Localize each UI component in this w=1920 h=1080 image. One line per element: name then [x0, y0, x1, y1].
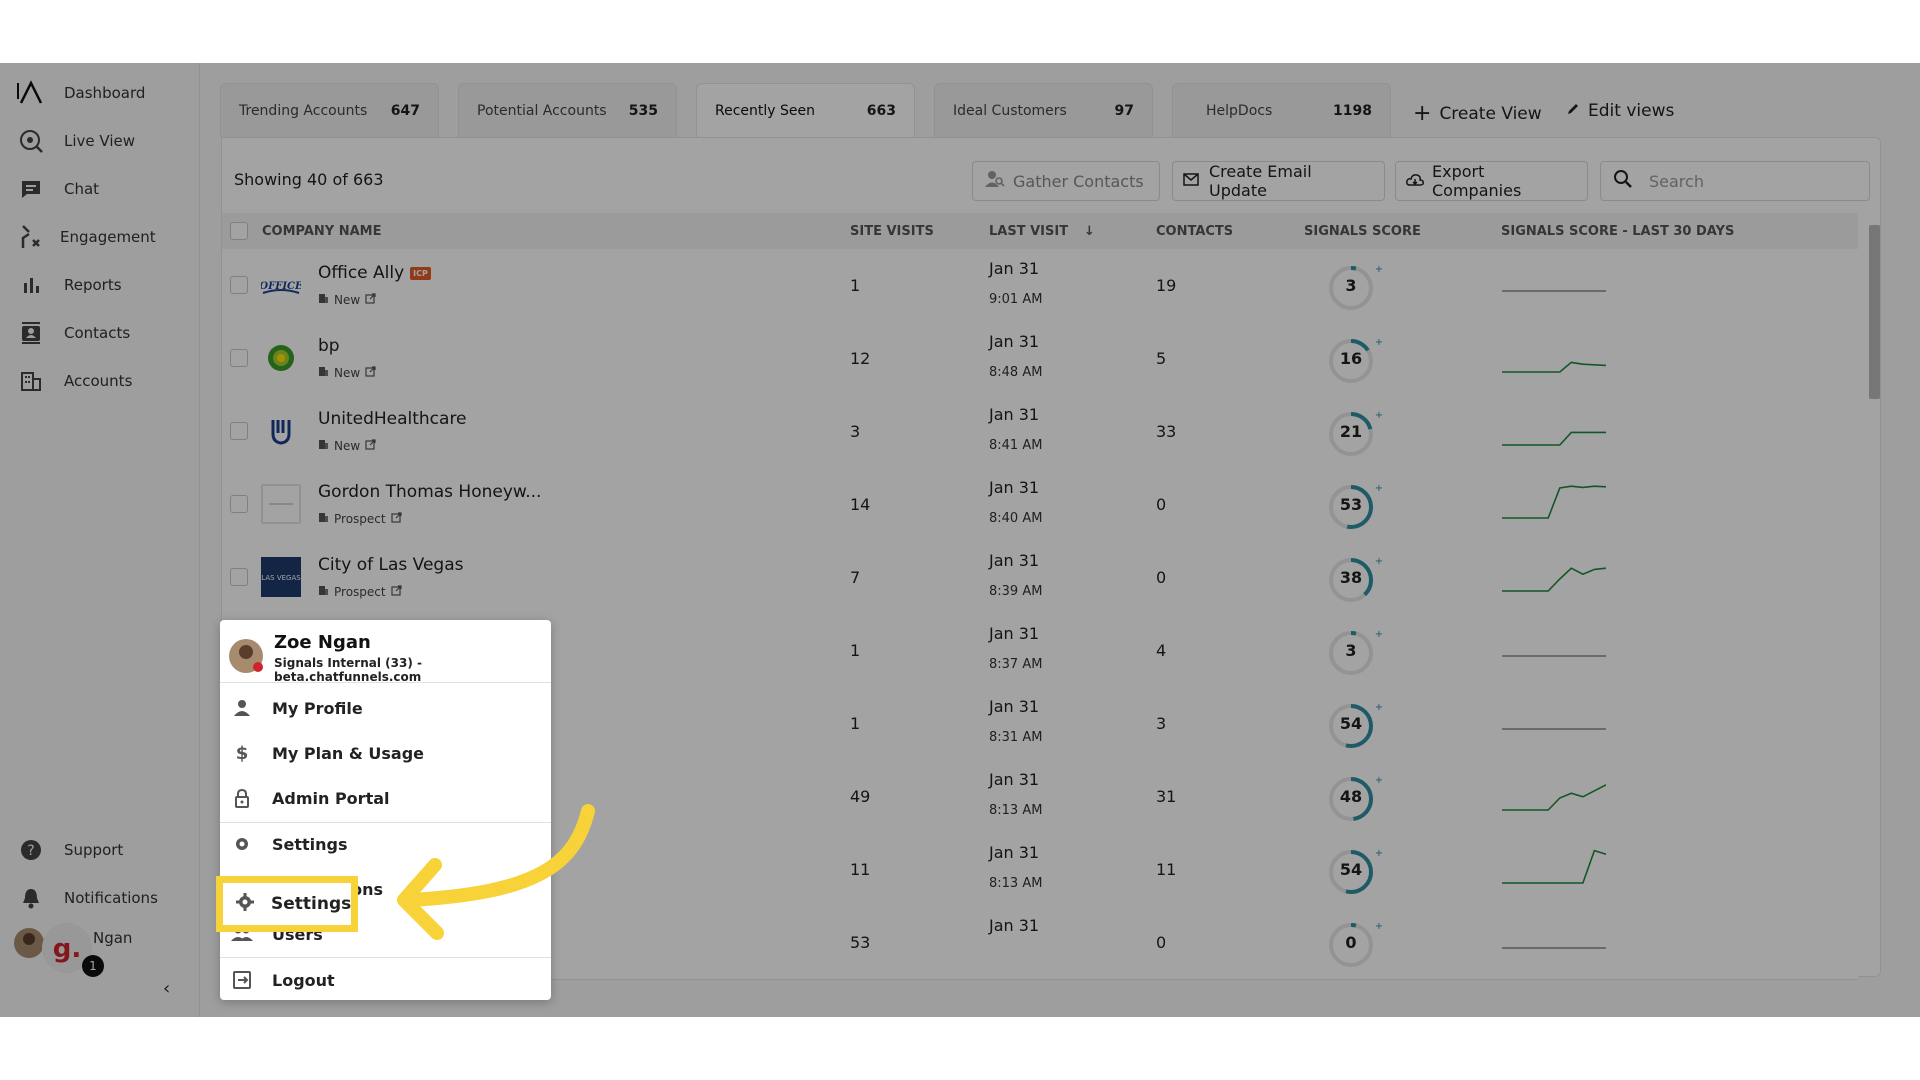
menu-item-label: Settings — [272, 834, 348, 854]
menu-item-label: Admin Portal — [272, 788, 390, 808]
person-icon — [230, 699, 254, 717]
menu-item-plan-usage[interactable]: $ My Plan & Usage — [230, 735, 541, 771]
dollar-icon: $ — [230, 743, 254, 763]
svg-text:$: $ — [236, 743, 249, 763]
logout-icon — [230, 970, 254, 990]
divider — [220, 957, 551, 958]
settings-highlight[interactable]: Settings — [216, 876, 358, 932]
divider — [220, 682, 551, 683]
menu-org: Signals Internal (33) - beta.chatfunnels… — [274, 656, 422, 684]
app-window: Dashboard Live View Chat Engagement Repo… — [0, 63, 1920, 1017]
settings-label: Settings — [271, 894, 352, 914]
menu-item-label: My Plan & Usage — [272, 743, 425, 763]
menu-item-logout[interactable]: Logout — [230, 962, 541, 998]
pointer-arrow — [397, 804, 595, 940]
user-menu-header: Zoe Ngan Signals Internal (33) - beta.ch… — [228, 632, 551, 684]
menu-user-name: Zoe Ngan — [274, 632, 371, 653]
user-avatar — [228, 638, 264, 678]
gear-icon — [235, 892, 255, 917]
lock-icon — [230, 788, 254, 808]
menu-item-my-profile[interactable]: My Profile — [230, 690, 541, 726]
menu-item-label: My Profile — [272, 698, 363, 718]
gear-icon — [230, 834, 254, 854]
menu-item-label: Logout — [272, 970, 335, 990]
